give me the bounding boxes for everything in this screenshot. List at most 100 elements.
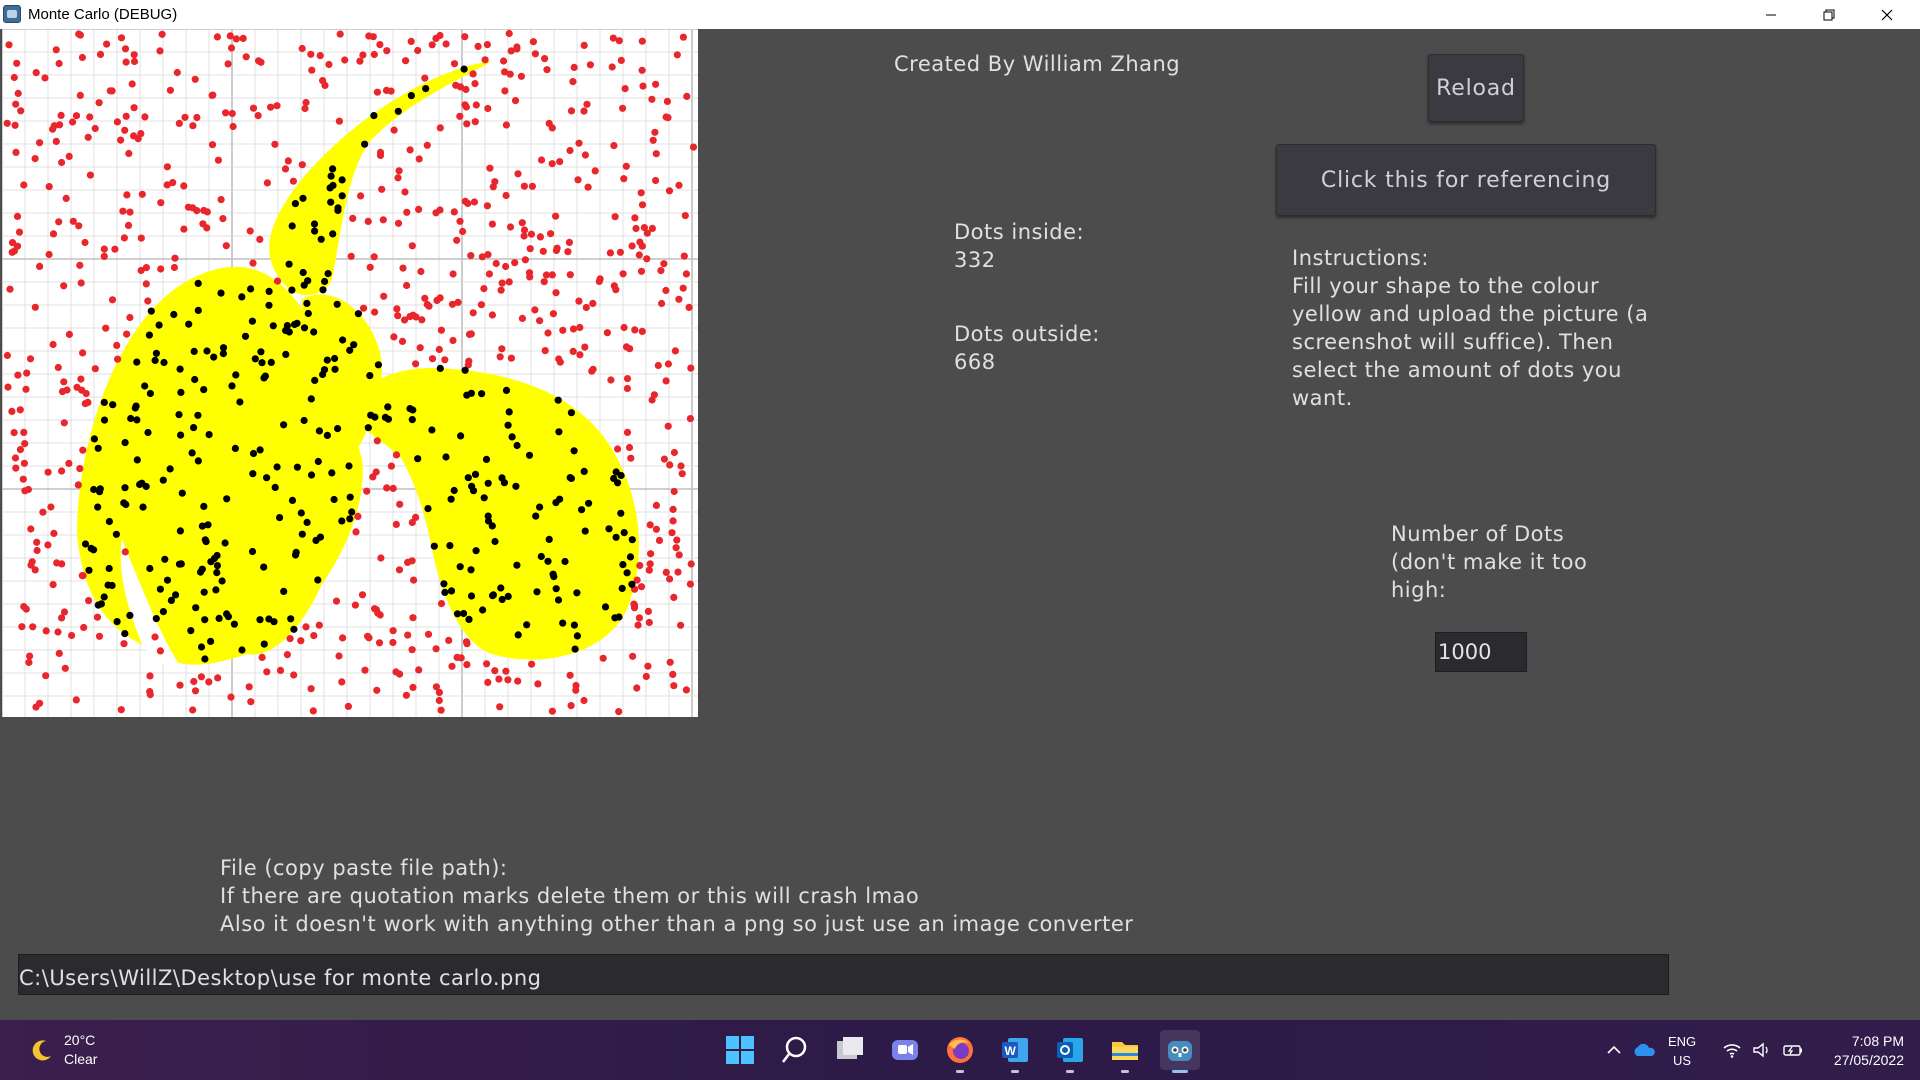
inside-dot xyxy=(94,503,102,511)
inside-dot xyxy=(200,588,208,596)
inside-dot xyxy=(172,591,180,599)
inside-dot xyxy=(491,537,499,546)
outside-dot xyxy=(232,35,240,43)
outside-dot xyxy=(393,305,401,313)
inside-dot xyxy=(334,425,342,433)
word-button[interactable]: W xyxy=(995,1030,1035,1073)
outside-dot xyxy=(117,706,125,714)
inside-dot xyxy=(523,621,531,629)
inside-dot xyxy=(238,293,246,301)
language-indicator[interactable]: ENG US xyxy=(1668,1032,1696,1070)
outside-dot xyxy=(456,112,464,120)
outside-dot xyxy=(130,51,138,59)
outside-dot xyxy=(193,113,201,122)
outside-dot xyxy=(62,194,70,202)
inside-dot xyxy=(559,619,567,627)
restore-button[interactable] xyxy=(1800,0,1858,29)
outside-dot xyxy=(26,652,34,660)
outside-dot xyxy=(496,703,504,711)
inside-dot xyxy=(323,431,331,439)
outlook-button[interactable] xyxy=(1050,1030,1090,1073)
outside-dot xyxy=(276,666,285,675)
outside-dot xyxy=(36,262,44,270)
inside-dot xyxy=(218,577,226,585)
inside-dot xyxy=(552,585,560,593)
outside-dot xyxy=(517,72,526,80)
taskbar: 20°C Clear W ENG US 7:08 PM 27/05/2022 xyxy=(0,1020,1920,1080)
inside-dot xyxy=(249,470,257,478)
outside-dot xyxy=(488,220,496,228)
chevron-up-icon xyxy=(1607,1045,1621,1054)
onedrive-button[interactable] xyxy=(1632,1020,1656,1080)
battery-button[interactable] xyxy=(1782,1020,1804,1080)
inside-dot xyxy=(105,564,113,573)
outside-dot xyxy=(242,53,250,61)
show-hidden-icons-button[interactable] xyxy=(1605,1020,1623,1080)
inside-dot xyxy=(97,600,105,608)
inside-dot xyxy=(489,591,497,599)
file-explorer-button[interactable] xyxy=(1105,1030,1145,1073)
weather-temperature: 20°C xyxy=(64,1032,96,1048)
dots-count-input[interactable] xyxy=(1435,632,1527,672)
outside-dot xyxy=(580,41,588,49)
inside-dot xyxy=(231,444,239,452)
inside-dot xyxy=(121,630,129,638)
inside-dot xyxy=(467,592,476,600)
minimize-button[interactable] xyxy=(1742,0,1800,29)
outside-dot xyxy=(21,487,29,495)
outside-dot xyxy=(338,678,346,686)
inside-dot xyxy=(338,176,346,184)
outside-dot xyxy=(120,234,128,242)
inside-dot xyxy=(446,542,454,550)
outside-dot xyxy=(628,242,636,250)
volume-button[interactable] xyxy=(1752,1020,1772,1080)
outside-dot xyxy=(649,136,657,144)
moon-icon xyxy=(32,1040,51,1061)
outside-dot xyxy=(180,182,188,190)
inside-dot xyxy=(303,518,311,526)
outside-dot xyxy=(669,505,677,513)
task-view-button[interactable] xyxy=(830,1030,870,1070)
outside-dot xyxy=(86,171,94,179)
outside-dot xyxy=(396,500,404,508)
inside-dot xyxy=(142,482,150,491)
inside-dot xyxy=(468,482,476,490)
outside-dot xyxy=(596,275,604,283)
outside-dot xyxy=(49,230,58,238)
outside-dot xyxy=(190,677,198,686)
reload-button[interactable]: Reload xyxy=(1428,54,1524,122)
outside-dot xyxy=(96,50,105,58)
file-path-input[interactable] xyxy=(18,954,1669,995)
wifi-button[interactable] xyxy=(1722,1020,1742,1080)
outside-dot xyxy=(469,309,477,317)
inside-dot xyxy=(456,563,464,571)
outside-dot xyxy=(336,30,344,38)
start-button[interactable] xyxy=(720,1030,760,1070)
outside-dot xyxy=(332,597,341,605)
outside-dot xyxy=(72,696,80,704)
outside-dot xyxy=(665,187,674,195)
outside-dot xyxy=(477,301,485,309)
godot-app-icon xyxy=(3,5,21,23)
inside-dot xyxy=(447,587,456,595)
chat-button[interactable] xyxy=(885,1030,925,1070)
outside-dot xyxy=(49,340,57,349)
outside-dot xyxy=(123,330,131,338)
outside-dot xyxy=(126,313,134,322)
inside-dot xyxy=(330,495,338,504)
referencing-button[interactable]: Click this for referencing xyxy=(1276,144,1656,216)
taskbar-clock[interactable]: 7:08 PM 27/05/2022 xyxy=(1818,1032,1904,1070)
outside-dot xyxy=(208,141,217,149)
outside-dot xyxy=(58,158,66,167)
inside-dot xyxy=(260,374,268,382)
outside-dot xyxy=(662,377,670,385)
weather-widget[interactable]: 20°C Clear xyxy=(26,1030,146,1072)
inside-dot xyxy=(292,548,300,557)
firefox-button[interactable] xyxy=(940,1030,980,1073)
outside-dot xyxy=(540,278,548,286)
outside-dot xyxy=(421,294,429,302)
outside-dot xyxy=(130,104,138,112)
godot-button[interactable] xyxy=(1160,1030,1200,1073)
close-button[interactable] xyxy=(1858,0,1916,29)
search-button[interactable] xyxy=(775,1030,815,1070)
